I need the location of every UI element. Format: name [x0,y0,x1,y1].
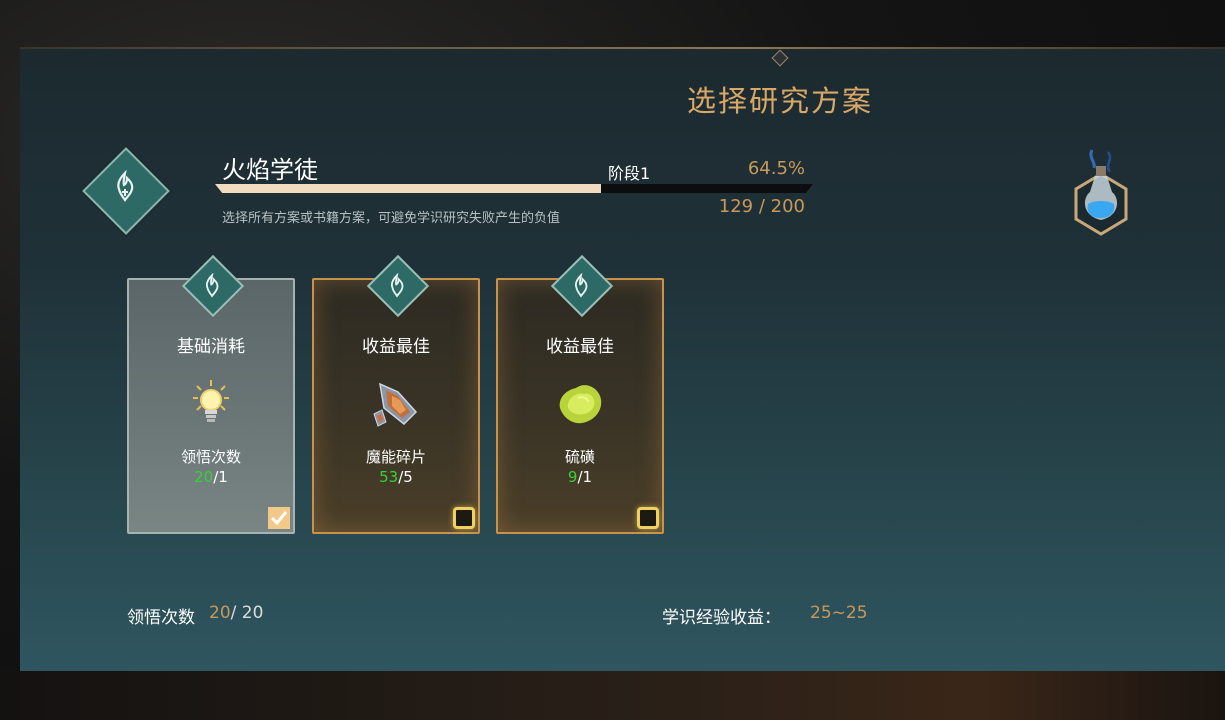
background-bottom-strip [0,670,1225,720]
lightbulb-icon [193,380,229,422]
card-item-count: 20/1 [129,468,293,486]
exp-gain-value: 25~25 [810,603,868,623]
page-title: 选择研究方案 [686,84,873,118]
blue-potion-icon [1074,149,1128,236]
card-item-have: 53 [379,468,399,486]
plan-card-best-shard[interactable]: 收益最佳 魔能碎片 53/5 [312,254,480,534]
plan-card-basic[interactable]: 基础消耗 领悟次数 20/1 [127,254,295,534]
research-stage: 阶段1 [608,164,651,183]
research-progress-percent: 64.5% [747,158,805,179]
plan-checkbox-unchecked[interactable] [637,507,659,529]
fire-rune-icon [390,273,404,298]
card-item-name: 领悟次数 [180,448,241,466]
card-title: 基础消耗 [177,337,245,357]
research-name: 火焰学徒 [222,156,318,184]
card-item-need: /5 [398,468,413,486]
card-item-need: /1 [577,468,593,486]
card-item-count: 9/1 [498,468,662,486]
fire-rune-icon [574,273,588,298]
card-item-name: 魔能碎片 [365,448,426,466]
research-exp-ratio: 129 / 200 [718,196,805,217]
insight-count-current: 20 [209,603,231,623]
top-divider-line [20,47,1225,49]
fire-rune-icon [205,273,219,298]
card-item-count: 53/5 [314,468,478,486]
plan-checkbox-unchecked[interactable] [453,507,475,529]
research-hint: 选择所有方案或书籍方案，可避免学识研究失败产生的负值 [222,211,561,226]
checkmark-icon [270,511,288,526]
plan-card-best-sulfur[interactable]: 收益最佳 硫磺 9/1 [496,254,664,534]
insight-count-label: 领悟次数 [127,608,195,628]
fire-rune-icon [117,170,134,202]
card-title: 收益最佳 [546,337,614,357]
card-item-name: 硫磺 [564,448,595,466]
exp-gain-label: 学识经验收益： [662,608,781,628]
insight-count-total: / 20 [230,603,264,623]
card-item-need: /1 [213,468,228,486]
research-progress-bar [215,184,813,193]
research-progress-fill [215,184,601,193]
plan-checkbox-checked[interactable] [268,507,290,529]
card-title: 收益最佳 [362,337,430,357]
sulfur-icon [559,385,602,424]
crystal-shard-icon [373,382,418,427]
insight-count-value: 20/ 20 [209,603,263,623]
card-item-have: 20 [194,468,214,486]
